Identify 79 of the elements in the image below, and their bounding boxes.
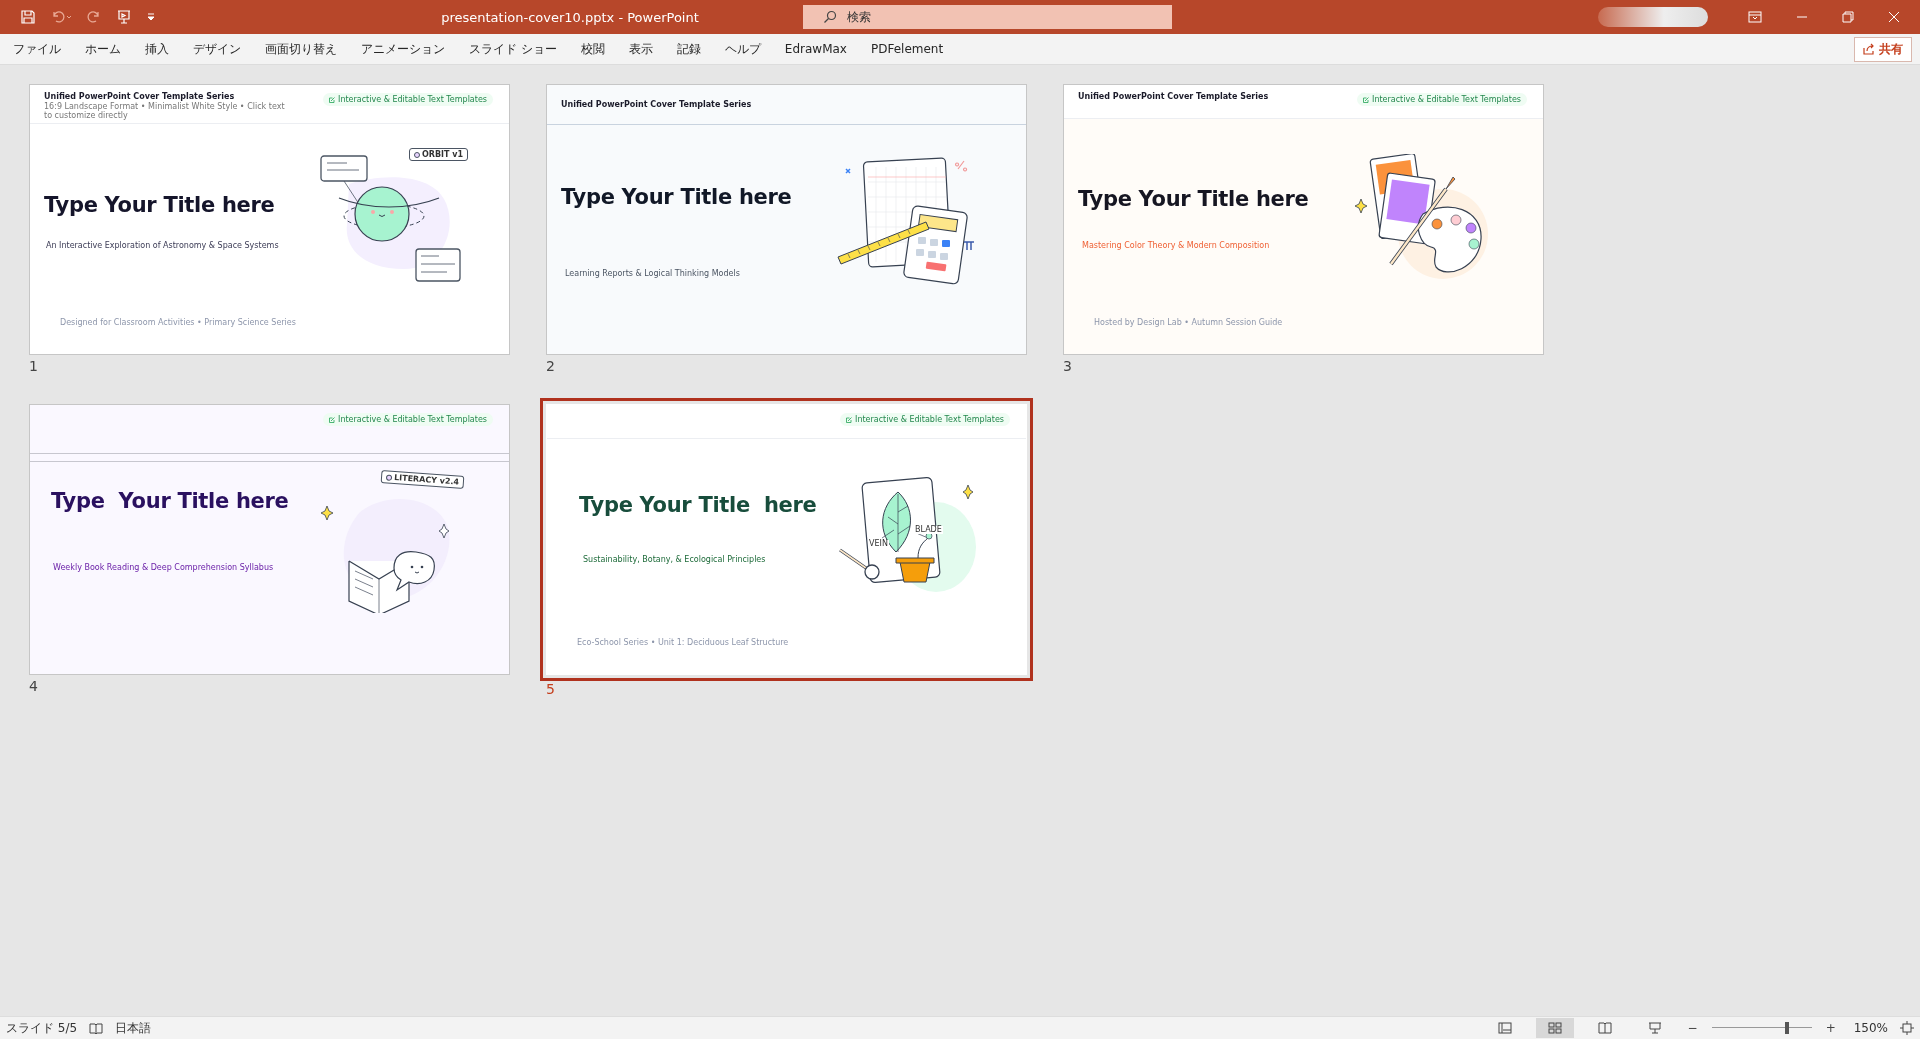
grid-view-icon [1547, 1022, 1562, 1034]
ribbon-tab[interactable]: ヘルプ [714, 36, 771, 62]
reading-view-icon [1597, 1022, 1612, 1034]
slide-subtitle: Sustainability, Botany, & Ecological Principles [582, 555, 767, 564]
edit-icon [846, 416, 852, 423]
series-title: Unified PowerPoint Cover Template Series [561, 100, 752, 109]
slide-footer: Hosted by Design Lab • Autumn Session Guide [1094, 318, 1543, 327]
slide-number: 2 [546, 358, 556, 374]
slideshow-icon [1647, 1022, 1662, 1034]
ribbon-tab[interactable]: 画面切り替え [255, 36, 347, 62]
zoom-slider[interactable] [1711, 1021, 1812, 1035]
slide-thumbnail[interactable] [29, 84, 510, 355]
slide-subtitle: Weekly Book Reading & Deep Comprehension Syllabus [52, 562, 275, 572]
ribbon-tab[interactable]: スライド ショー [459, 36, 567, 62]
search-icon [823, 10, 837, 24]
slide-number: 4 [29, 678, 39, 694]
slide-title: Type Your Title here [579, 493, 818, 517]
language-indicator[interactable]: 日本語 [115, 1019, 152, 1037]
slide-number: 1 [29, 358, 39, 374]
series-title: Unified PowerPoint Cover Template Series [44, 92, 236, 101]
edit-icon [329, 416, 335, 423]
diagram-label: BLADE [914, 525, 943, 534]
edit-icon [329, 96, 335, 103]
restore-icon[interactable] [1842, 11, 1854, 23]
badge-text: Interactive & Editable Text Templates [338, 95, 487, 104]
ribbon-tab[interactable]: 校閲 [570, 36, 615, 62]
zoom-percent[interactable]: 150% [1853, 1021, 1888, 1035]
normal-view-icon [1497, 1022, 1512, 1034]
ribbon-tab[interactable]: 記録 [666, 36, 711, 62]
ribbon-tab[interactable]: PDFelement [860, 38, 954, 60]
badge-text: Interactive & Editable Text Templates [855, 415, 1004, 424]
account-avatar[interactable] [1598, 7, 1708, 27]
slide-subtitle: An Interactive Exploration of Astronomy & Space Systems [45, 240, 280, 250]
notes-icon[interactable] [89, 1022, 104, 1034]
slide-thumbnail[interactable]: Unified PowerPoint Cover Template Series Type Your Title here Learning Reports & Logical Thinking Models [546, 84, 1027, 355]
ribbon-display-icon[interactable] [1748, 11, 1762, 23]
diagram-label: VEIN [868, 539, 889, 548]
tag-text: ORBIT v1 [422, 150, 464, 159]
ribbon-tab[interactable]: 表示 [618, 36, 663, 62]
ribbon-tab[interactable]: 挿入 [135, 36, 179, 62]
slide-title: Type Your Title here [1078, 187, 1310, 211]
undo-icon[interactable] [50, 9, 72, 25]
share-icon [1863, 43, 1875, 55]
fit-to-window-icon[interactable] [1900, 1021, 1914, 1035]
series-title: Unified PowerPoint Cover Template Series [1078, 92, 1269, 101]
slide-subtitle: Mastering Color Theory & Modern Composition [1081, 241, 1271, 250]
view-button[interactable] [1535, 1018, 1574, 1038]
slide-number: 5 [546, 681, 556, 697]
slide-indicator[interactable]: スライド 5/5 [6, 1019, 78, 1037]
badge-text: Interactive & Editable Text Templates [338, 415, 487, 424]
zoom-out-button[interactable]: − [1685, 1021, 1700, 1035]
edit-icon [1363, 96, 1369, 103]
ribbon-tab[interactable]: ホーム [75, 36, 131, 62]
search-field[interactable]: 検索 [803, 5, 1172, 29]
badge-text: Interactive & Editable Text Templates [1372, 95, 1521, 104]
save-icon[interactable] [20, 9, 36, 25]
share-button[interactable]: 共有 [1854, 36, 1912, 62]
slide-title: Type Your Title here [561, 185, 793, 209]
slide-footer: Designed for Classroom Activities • Primary Science Series [60, 318, 509, 327]
redo-icon[interactable] [86, 9, 102, 25]
slide-thumbnail[interactable]: Unified PowerPoint Cover Template Series Interactive & Editable Text Templates Type Your Title here Mastering Color Theory & Modern Composition Hosted by Design Lab • Autumn Session Guide [1063, 84, 1544, 355]
series-subtitle: 16:9 Landscape Format • Minimalist White Style • Click text to customize directly [44, 102, 286, 122]
window-title: presentation-cover10.pptx - PowerPoint [440, 9, 700, 25]
slide-title: Type Your Title here [44, 192, 276, 217]
ribbon-tab[interactable]: EdrawMax [774, 38, 857, 60]
ribbon-tab[interactable]: ファイル [3, 36, 71, 62]
slide-thumbnail[interactable]: Interactive & Editable Text Templates Type Your Title here Weekly Book Reading & Deep Comprehension Syllabus LITERACY v2.4 [29, 404, 510, 675]
close-icon[interactable] [1888, 11, 1900, 23]
slide-subtitle: Learning Reports & Logical Thinking Models [564, 269, 741, 278]
ribbon-tab[interactable]: デザイン [183, 36, 251, 62]
slide-number: 3 [1063, 358, 1073, 374]
slide-title: Type Your Title here [51, 488, 290, 513]
customize-caret-icon[interactable] [146, 12, 156, 22]
zoom-slider-thumb[interactable] [1784, 1022, 1789, 1034]
zoom-in-button[interactable]: + [1823, 1021, 1838, 1035]
ribbon-tab[interactable]: アニメーション [351, 36, 455, 62]
slide-footer: Eco-School Series • Unit 1: Deciduous Leaf Structure [577, 638, 1026, 647]
tag-text: LITERACY v2.4 [393, 473, 460, 487]
presentation-icon[interactable] [116, 9, 132, 25]
